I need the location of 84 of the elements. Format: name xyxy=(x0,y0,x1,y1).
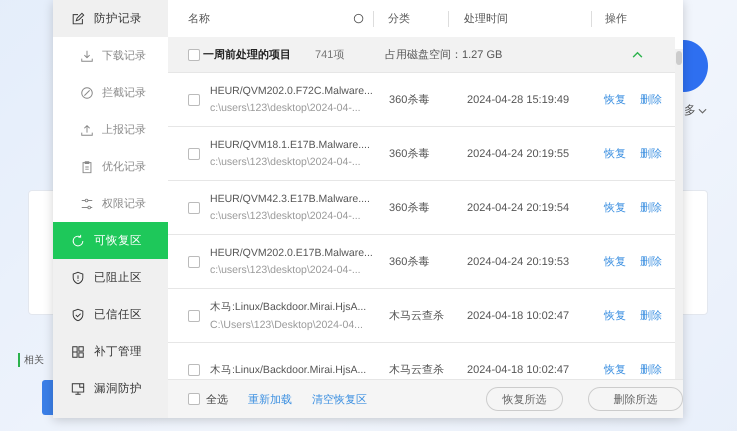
scrollbar-thumb[interactable] xyxy=(676,51,682,65)
action-link[interactable]: 删除 xyxy=(640,146,662,161)
sidebar-item[interactable]: 补丁管理 xyxy=(53,333,168,370)
category-cell: 360杀毒 xyxy=(389,202,430,214)
column-header: 名称 xyxy=(188,12,210,26)
time-cell: 2024-04-24 20:19:53 xyxy=(467,256,570,268)
checkbox[interactable] xyxy=(188,256,200,268)
grid-icon xyxy=(71,344,85,358)
action-link[interactable]: 删除 xyxy=(640,308,662,323)
action-link[interactable]: 恢复 xyxy=(604,308,626,323)
checkbox[interactable] xyxy=(188,48,200,60)
action-link[interactable]: 删除 xyxy=(640,92,662,107)
checkbox[interactable] xyxy=(188,94,200,106)
file-path: c:\users\123\desktop\2024-04-... xyxy=(210,102,362,114)
category-cell: 360杀毒 xyxy=(389,94,430,106)
sidebar-subitem[interactable]: 拦截记录 xyxy=(53,74,168,111)
shield-icon xyxy=(71,270,85,284)
category-cell: 木马云查杀 xyxy=(389,364,444,376)
category-cell: 木马云查杀 xyxy=(389,310,444,322)
category-cell: 360杀毒 xyxy=(389,148,430,160)
clipboard-icon xyxy=(80,160,94,174)
file-path: c:\users\123\desktop\2024-04-... xyxy=(210,210,362,222)
sidebar-subitem[interactable]: 下载记录 xyxy=(53,37,168,74)
sidebar-subitem[interactable]: 权限记录 xyxy=(53,185,168,222)
search-icon[interactable] xyxy=(353,12,365,24)
threat-name: 木马:Linux/Backdoor.Mirai.HjsA... xyxy=(210,362,368,376)
column-header: 处理时间 xyxy=(464,12,508,26)
sidebar-item[interactable]: 防护记录 xyxy=(53,0,168,37)
monitor-icon xyxy=(71,382,85,396)
shield-check-icon xyxy=(71,308,85,322)
item-count: 741项 xyxy=(315,48,346,62)
time-cell: 2024-04-28 15:19:49 xyxy=(467,94,570,106)
download-icon xyxy=(80,48,94,62)
action-link[interactable]: 恢复 xyxy=(604,254,626,269)
sidebar-item[interactable]: 已阻止区 xyxy=(53,259,168,296)
time-cell: 2024-04-24 20:19:55 xyxy=(467,148,570,160)
sidebar-item[interactable]: 漏洞防护 xyxy=(53,370,168,407)
upload-icon xyxy=(80,122,94,136)
threat-name: HEUR/QVM202.0.E17B.Malware... xyxy=(210,247,374,259)
refresh-icon xyxy=(71,234,85,248)
action-link[interactable]: 恢复 xyxy=(604,200,626,215)
prohibited-icon xyxy=(80,86,94,100)
sidebar-subitem[interactable]: 优化记录 xyxy=(53,148,168,185)
time-cell: 2024-04-18 10:02:47 xyxy=(467,364,570,376)
threat-name: 木马:Linux/Backdoor.Mirai.HjsA... xyxy=(210,300,368,314)
checkbox[interactable] xyxy=(188,393,200,405)
disk-usage: 占用磁盘空间：1.27 GB xyxy=(385,48,502,62)
file-path: C:\Users\123\Desktop\2024-04... xyxy=(210,319,364,331)
column-header: 操作 xyxy=(605,12,627,26)
action-link[interactable]: 删除 xyxy=(640,362,662,377)
threat-name: HEUR/QVM18.1.E17B.Malware.... xyxy=(210,139,371,151)
more-link[interactable]: 多 xyxy=(684,102,707,119)
threat-name: HEUR/QVM202.0.F72C.Malware... xyxy=(210,85,374,97)
sidebar-item[interactable]: 可恢复区 xyxy=(53,222,168,259)
action-link[interactable]: 恢复 xyxy=(604,362,626,377)
select-all-label[interactable]: 全选 xyxy=(206,392,228,406)
file-path: c:\users\123\desktop\2024-04-... xyxy=(210,156,362,168)
edit-icon xyxy=(71,12,85,26)
section-title: 相关 xyxy=(18,353,44,367)
time-cell: 2024-04-18 10:02:47 xyxy=(467,310,570,322)
footer-link[interactable]: 重新加载 xyxy=(248,392,292,406)
action-link[interactable]: 恢复 xyxy=(604,92,626,107)
action-link[interactable]: 删除 xyxy=(640,200,662,215)
column-header: 分类 xyxy=(388,12,410,26)
file-path: c:\users\123\desktop\2024-04-... xyxy=(210,264,362,276)
chevron-down-icon xyxy=(698,108,707,114)
checkbox[interactable] xyxy=(188,310,200,322)
sidebar-subitem[interactable]: 上报记录 xyxy=(53,111,168,148)
sliders-icon xyxy=(80,196,94,210)
caret-up-icon[interactable] xyxy=(632,51,643,58)
action-link[interactable]: 恢复 xyxy=(604,146,626,161)
checkbox[interactable] xyxy=(188,202,200,214)
category-cell: 360杀毒 xyxy=(389,256,430,268)
footer-button[interactable]: 恢复所选 xyxy=(486,387,563,411)
group-title: 一周前处理的项目 xyxy=(203,48,292,62)
group-row[interactable]: 一周前处理的项目 741项 占用磁盘空间：1.27 GB xyxy=(168,37,675,73)
threat-name: HEUR/QVM42.3.E17B.Malware.... xyxy=(210,193,371,205)
time-cell: 2024-04-24 20:19:54 xyxy=(467,202,570,214)
footer-link[interactable]: 清空恢复区 xyxy=(312,392,367,406)
checkbox[interactable] xyxy=(188,364,200,376)
action-link[interactable]: 删除 xyxy=(640,254,662,269)
footer-button[interactable]: 删除所选 xyxy=(588,387,683,411)
sidebar-item[interactable]: 已信任区 xyxy=(53,296,168,333)
checkbox[interactable] xyxy=(188,148,200,160)
